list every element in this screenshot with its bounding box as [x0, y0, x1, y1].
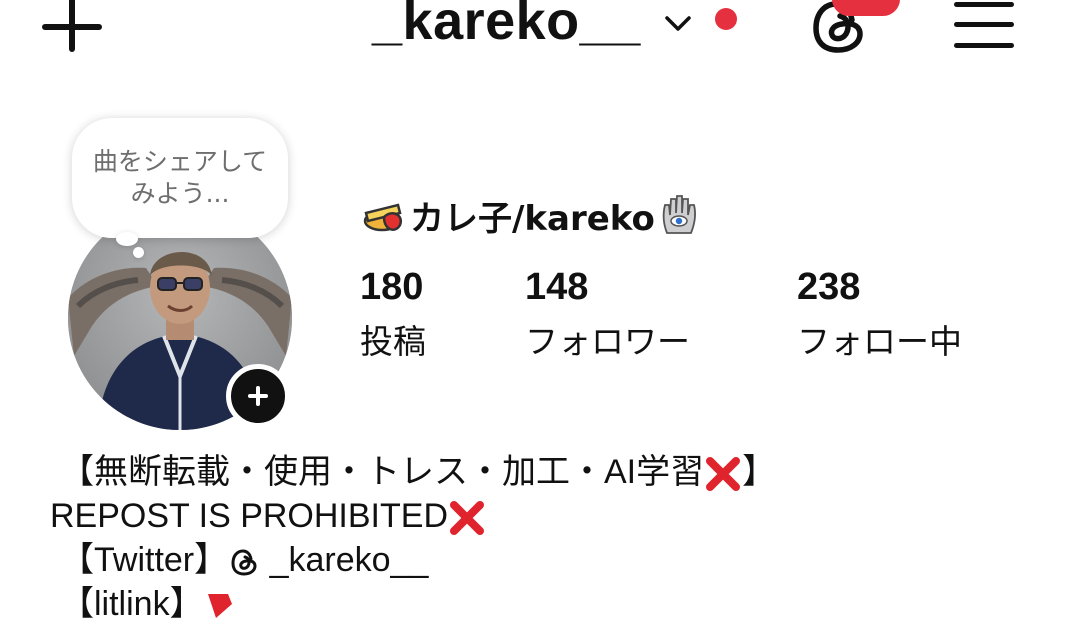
threads-small-icon [231, 549, 257, 576]
cross-mark-icon [450, 501, 485, 536]
note-text: 曲をシェアしてみよう... [92, 147, 268, 208]
following-count: 238 [797, 266, 861, 308]
stat-posts[interactable]: 180 投稿 [360, 266, 426, 363]
bio-line-4: 【litlink】 [60, 582, 236, 626]
menu-button[interactable] [952, 0, 1016, 52]
add-story-button[interactable] [226, 364, 290, 428]
account-switcher[interactable]: _kareko__ [372, 0, 737, 52]
stat-followers[interactable]: 148 フォロワー [525, 266, 690, 363]
hamsa-icon [662, 195, 696, 234]
threads-badge [832, 0, 900, 16]
notification-dot [714, 8, 737, 30]
following-label: フォロー中 [797, 322, 962, 361]
followers-label: フォロワー [525, 322, 690, 361]
display-name-row: カレ子/kareko [362, 190, 699, 240]
chevron-down-icon [664, 16, 691, 31]
cross-mark-icon [706, 457, 741, 492]
create-button[interactable] [40, 0, 104, 54]
bio-line-1: 【無断転載・使用・トレス・加工・AI学習】 [60, 450, 776, 494]
stat-following[interactable]: 238 フォロー中 [797, 266, 962, 363]
note-bubble[interactable]: 曲をシェアしてみよう... [72, 118, 288, 238]
curry-emoji-icon [363, 203, 403, 232]
posts-label: 投稿 [360, 322, 426, 361]
username: _kareko__ [372, 0, 641, 51]
bio-line-3: 【Twitter】 _kareko__ [60, 541, 429, 579]
posts-count: 180 [360, 266, 424, 308]
display-name: カレ子/kareko [410, 198, 655, 239]
twitter-handle-link[interactable]: _kareko__ [270, 541, 429, 579]
note-tail [116, 232, 138, 246]
followers-count: 148 [525, 266, 589, 308]
bio-line-2: REPOST IS PROHIBITED [50, 494, 486, 538]
link-icon[interactable] [204, 590, 236, 622]
